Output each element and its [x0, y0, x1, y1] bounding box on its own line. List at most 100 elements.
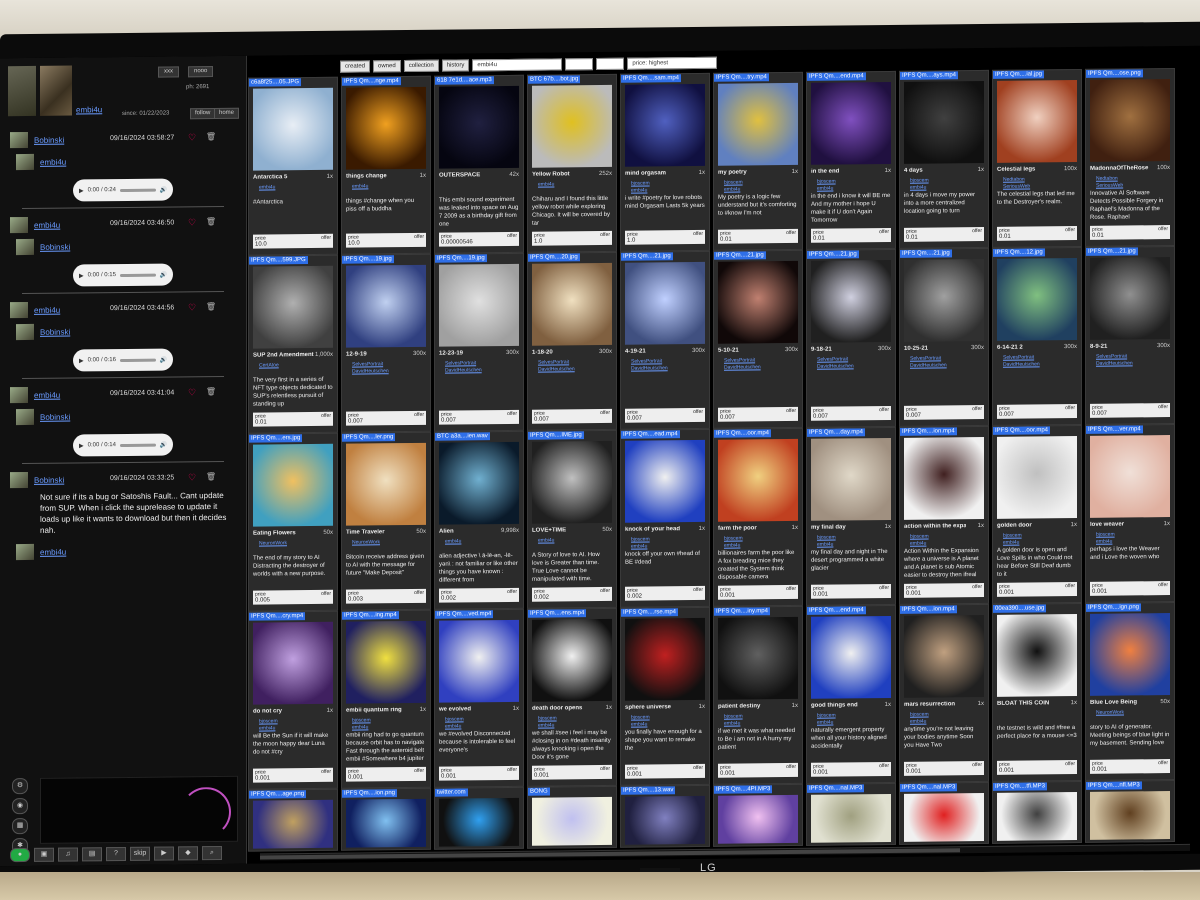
price-box[interactable]: price 0.003 offer	[346, 588, 426, 604]
card-title[interactable]: 9-18-21	[811, 346, 873, 353]
search-input[interactable]: embi4u	[472, 58, 563, 72]
creator-link[interactable]: NeuronWork	[259, 540, 287, 547]
offer-label[interactable]: offer	[507, 767, 517, 773]
tab-history[interactable]: history	[441, 59, 470, 72]
card-title[interactable]: 8-9-21	[1090, 343, 1152, 350]
nft-card[interactable]: IPFS Qm....nfl.MP3	[1085, 779, 1175, 843]
trash-icon[interactable]: 🗑	[206, 217, 216, 226]
music-icon[interactable]: ♫	[58, 847, 78, 862]
offer-label[interactable]: offer	[879, 229, 889, 235]
nft-card[interactable]: IPFS Qm....ose.png MadonnaOfTheRose 100x Ne…	[1085, 67, 1175, 247]
card-title[interactable]: Eating Flowers	[253, 530, 315, 536]
price-box[interactable]: price 0.001 offer	[718, 584, 798, 600]
card-image[interactable]	[253, 621, 333, 705]
creator-link[interactable]: CertAtoe	[259, 362, 279, 369]
nft-card[interactable]: IPFS Qm....21.jpg 9-18-21 300x SelvesPortra…	[806, 248, 896, 428]
card-image[interactable]	[1090, 613, 1170, 696]
nft-card[interactable]: IPFS Qm....oor.mp4 golden door 1x bjoscem em…	[992, 424, 1082, 604]
nft-card[interactable]: IPFS Qm....ays.mp4 4 days 1x bjoscem embi4u i…	[899, 69, 989, 249]
price-box[interactable]: price 0.001 offer	[904, 582, 984, 598]
nft-card[interactable]: IPFS Qm....oor.mp4 farm the poor 1x bjoscem…	[713, 427, 803, 607]
price-box[interactable]: price 10.0 offer	[253, 233, 333, 249]
price-box[interactable]: price 0.01 offer	[811, 227, 891, 243]
volume-icon[interactable]: 🔊	[160, 441, 167, 448]
card-title[interactable]: 6-14-21 2	[997, 344, 1059, 351]
nft-card[interactable]: IPFS Qm....19.jpg 12-9-19 300x SelvesPortra…	[341, 253, 431, 433]
nft-card[interactable]: IPFS Qm....ver.mp4 love weaver 1x bjoscem em…	[1085, 423, 1175, 603]
tab-owned[interactable]: owned	[373, 60, 401, 73]
heart-icon[interactable]: ♡	[188, 302, 196, 313]
film-icon[interactable]: ▤	[82, 847, 102, 862]
price-box[interactable]: price 0.007 offer	[346, 410, 426, 426]
price-box[interactable]: price 0.005 offer	[253, 589, 333, 605]
heart-icon[interactable]: ♡	[188, 472, 196, 483]
card-image[interactable]	[346, 442, 426, 526]
offer-label[interactable]: offer	[414, 412, 424, 418]
avatar[interactable]	[10, 131, 28, 149]
card-image[interactable]	[811, 615, 891, 699]
price-box[interactable]: price 0.001 offer	[346, 766, 426, 782]
offer-label[interactable]: offer	[507, 589, 517, 595]
card-image[interactable]	[904, 80, 984, 164]
nft-card[interactable]: IPFS Qm....cry.mp4 do not cry 1x bjoscem emb…	[248, 610, 338, 790]
card-title[interactable]: 1-18-20	[532, 349, 594, 355]
offer-label[interactable]: offer	[972, 762, 982, 768]
nft-card[interactable]: IPFS Qm....4PI.MP3	[713, 783, 803, 847]
nft-card[interactable]: IPFS Qm....rse.mp4 sphere universe 1x bjosc…	[620, 606, 710, 786]
zoom-icon[interactable]: ⌕	[202, 845, 222, 861]
card-title[interactable]: death door opens	[532, 705, 594, 712]
user-icon[interactable]: ◆	[178, 846, 198, 861]
card-title[interactable]: SUP 2nd Amendment #1	[253, 352, 315, 359]
offer-label[interactable]: offer	[972, 406, 982, 412]
nft-card[interactable]: IPFS Qm....20.jpg 1-18-20 300x SelvesPortra…	[527, 251, 617, 431]
help-icon[interactable]: ?	[106, 846, 126, 862]
next-icon[interactable]: ▶	[154, 846, 174, 861]
volume-icon[interactable]: 🔊	[160, 271, 167, 278]
offer-label[interactable]: offer	[321, 591, 331, 597]
volume-icon[interactable]: 🔊	[160, 356, 167, 363]
trash-icon[interactable]: 🗑	[206, 387, 216, 396]
price-box[interactable]: price 0.01 offer	[253, 411, 333, 427]
max-input[interactable]	[596, 57, 625, 71]
skip-button[interactable]: skip	[130, 846, 150, 861]
card-image[interactable]	[439, 85, 519, 169]
card-image[interactable]	[346, 264, 426, 348]
message-user[interactable]: embi4u	[34, 306, 60, 315]
price-box[interactable]: price 0.001 offer	[997, 582, 1077, 597]
offer-label[interactable]: offer	[693, 765, 703, 771]
reply-user[interactable]: Bobinski	[40, 413, 70, 422]
message-user[interactable]: embi4u	[34, 391, 60, 400]
audio-progress[interactable]	[119, 273, 156, 277]
offer-label[interactable]: offer	[972, 228, 982, 234]
creator-link[interactable]: embi4u	[352, 183, 368, 190]
price-box[interactable]: price 0.001 offer	[1090, 581, 1170, 596]
card-image[interactable]	[904, 436, 984, 520]
card-image[interactable]	[532, 618, 612, 702]
avatar[interactable]	[10, 301, 28, 319]
card-title[interactable]: embii quantum ring	[346, 707, 408, 714]
card-image[interactable]	[718, 616, 798, 700]
price-box[interactable]: price 0.001 offer	[997, 760, 1077, 775]
reply-user[interactable]: Bobinski	[40, 328, 70, 337]
avatar[interactable]	[10, 471, 28, 489]
price-box[interactable]: price 0.001 offer	[811, 583, 891, 599]
card-image[interactable]	[346, 620, 426, 704]
offer-label[interactable]: offer	[321, 235, 331, 241]
card-title[interactable]: Alien	[439, 528, 501, 535]
card-image[interactable]	[997, 792, 1077, 841]
card-title[interactable]: Celestial legs	[997, 166, 1059, 172]
price-box[interactable]: price 0.001 offer	[439, 765, 519, 781]
avatar[interactable]	[16, 238, 34, 256]
card-image[interactable]	[1090, 257, 1170, 340]
card-title[interactable]: my final day	[811, 524, 873, 530]
card-image[interactable]	[1090, 435, 1170, 518]
play-icon[interactable]: ▶	[79, 357, 84, 364]
card-image[interactable]	[811, 259, 891, 343]
nft-card[interactable]: twitter.com	[434, 786, 524, 850]
card-image[interactable]	[625, 795, 705, 845]
card-title[interactable]: OUTERSPACE	[439, 172, 501, 178]
nft-card[interactable]: IPFS Qm....ign.png Blue Love Being 50x Neur…	[1085, 601, 1175, 781]
nft-card[interactable]: IPFS Qm....end.mp4 good things end 1x bjosc…	[806, 604, 896, 784]
card-image[interactable]	[1090, 79, 1170, 162]
nft-card[interactable]: IPFS Qm....13.wav	[620, 784, 710, 848]
